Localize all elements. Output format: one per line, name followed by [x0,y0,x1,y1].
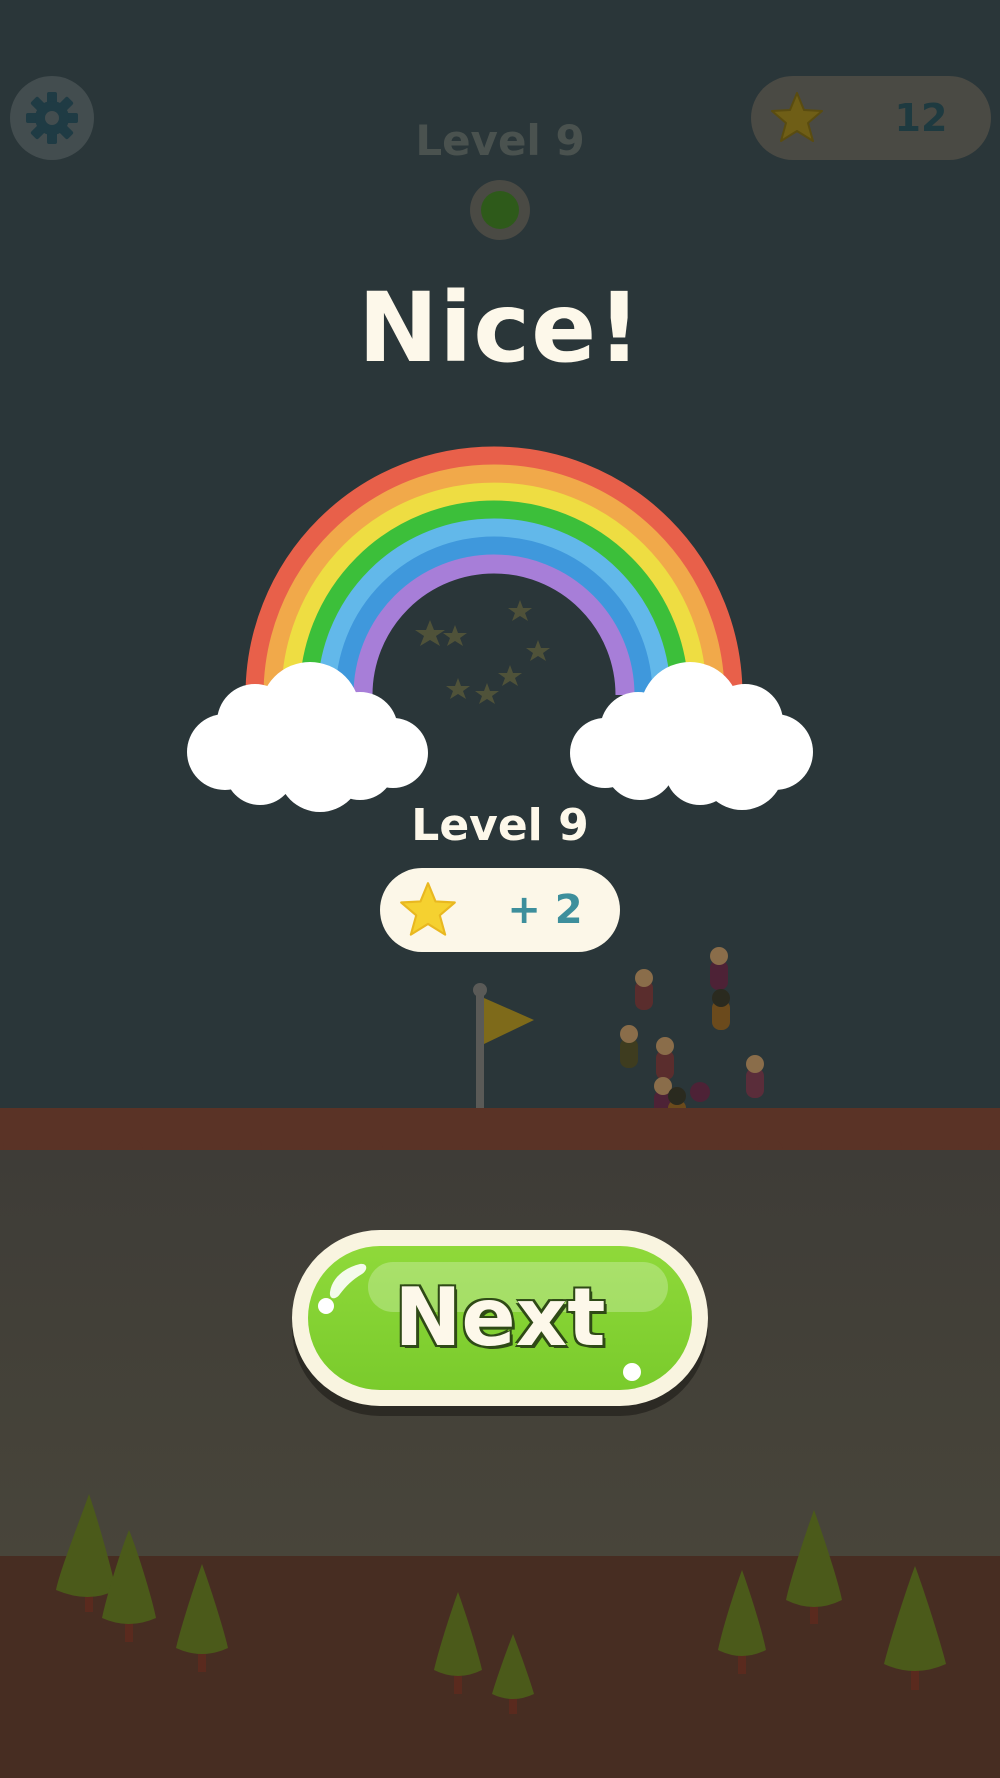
level-progress-indicator [470,180,530,240]
star-icon [400,882,456,936]
tree [434,1592,482,1694]
tree [56,1494,116,1612]
tree [718,1570,766,1674]
completed-level-label: Level 9 [411,800,589,851]
level-title: Level 9 [415,116,585,165]
rainbow-illustration [187,446,813,812]
cloud-right [570,662,813,810]
next-button[interactable]: Next [292,1230,708,1406]
tree [492,1634,534,1714]
crowd-figures [620,947,764,1130]
shine-dot [623,1363,641,1381]
tree [176,1564,228,1672]
progress-dot-filled [481,191,519,229]
firework-sparkles [415,600,550,704]
cloud-left [187,662,428,812]
tree [884,1566,946,1690]
shine-highlight [318,1263,367,1314]
tree [786,1510,842,1624]
result-headline: Nice! [357,272,643,384]
trees-layer [56,1494,946,1714]
